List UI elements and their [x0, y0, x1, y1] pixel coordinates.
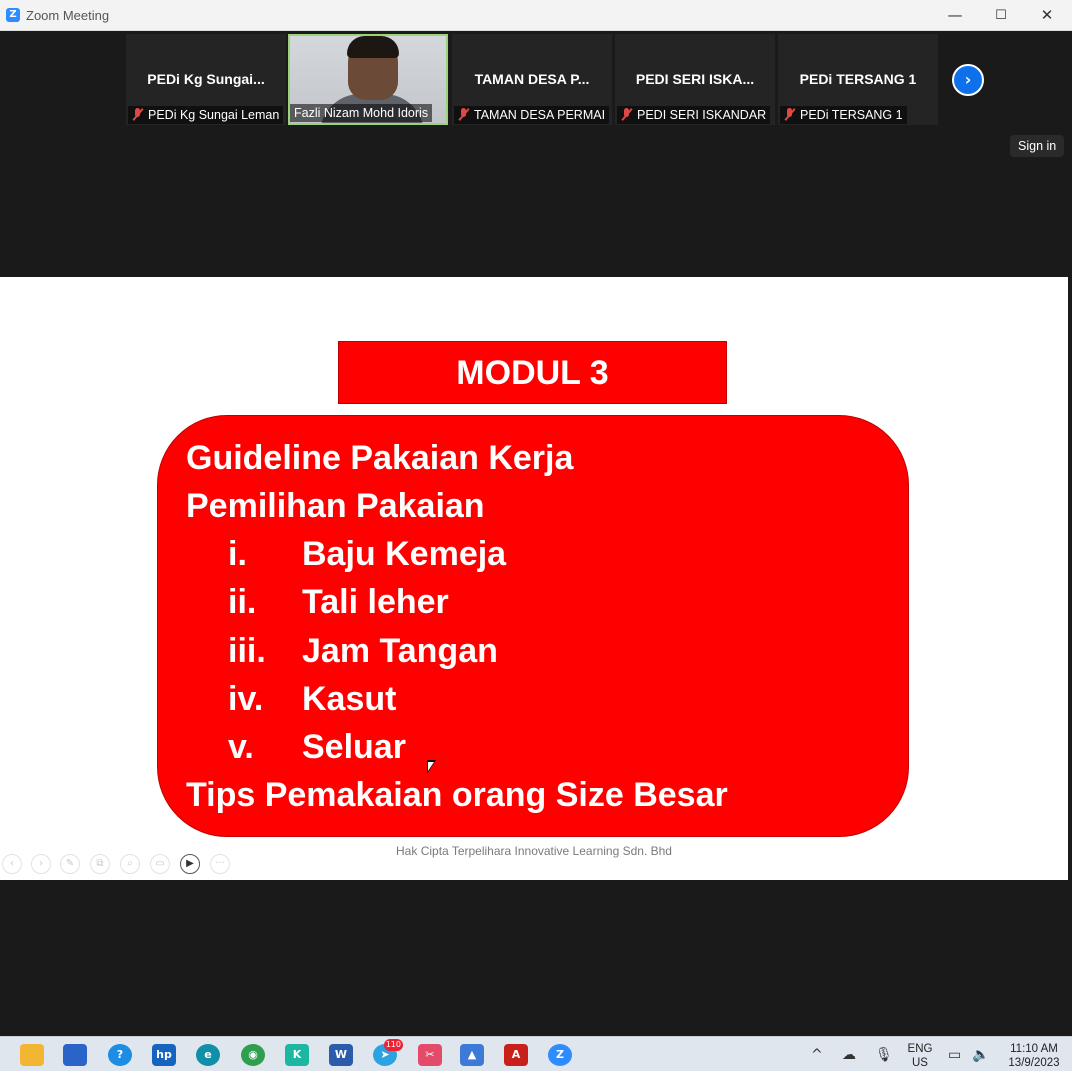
volume-icon[interactable]: 🔈 — [972, 1047, 989, 1063]
onedrive-error-icon[interactable]: ☁ — [842, 1047, 856, 1063]
list-item-text: Tali leher — [302, 583, 449, 621]
participant-tile[interactable]: PEDi Kg Sungai... PEDi Kg Sungai Leman — [126, 34, 286, 125]
pen-icon[interactable]: ✎ — [60, 854, 80, 874]
network-icon[interactable]: ▭ — [948, 1047, 961, 1063]
list-item-text: Kasut — [302, 680, 397, 718]
file-explorer-icon[interactable] — [20, 1044, 44, 1066]
photos-icon[interactable]: ▲ — [460, 1044, 484, 1066]
next-page-button[interactable]: › — [952, 64, 984, 96]
participant-name: Fazli Nizam Mohd Idoris — [294, 106, 429, 120]
participant-tile-video[interactable]: Fazli Nizam Mohd Idoris — [288, 34, 448, 125]
list-item-number: v. — [228, 728, 254, 766]
participant-name: PEDi TERSANG 1 — [800, 108, 903, 122]
zoom-app-icon — [6, 8, 20, 22]
myhp-icon[interactable]: hp — [152, 1044, 176, 1066]
word-icon[interactable]: W — [329, 1044, 353, 1066]
zoom-meeting-window: Zoom Meeting — ☐ ✕ PEDi Kg Sungai... PED… — [0, 0, 1072, 1071]
subtitles-icon[interactable]: ▭ — [150, 854, 170, 874]
list-item-number: i. — [228, 535, 247, 573]
participant-tile[interactable]: PEDI SERI ISKA... PEDI SERI ISKANDAR — [615, 34, 775, 125]
notification-badge: 110 — [383, 1039, 403, 1051]
acrobat-icon[interactable]: A — [504, 1044, 528, 1066]
list-item-number: iv. — [228, 680, 264, 718]
participant-name: PEDI SERI ISKANDAR — [637, 108, 767, 122]
zoom-slide-icon[interactable]: ⌕ — [120, 854, 140, 874]
see-all-slides-icon[interactable]: ⧉ — [90, 854, 110, 874]
telegram-icon[interactable]: ➤ 110 — [373, 1039, 403, 1066]
minimize-button[interactable]: — — [932, 0, 978, 31]
next-slide-icon[interactable]: › — [31, 854, 51, 874]
participant-name-label: TAMAN DESA PERMAI — [454, 106, 610, 124]
participant-tile[interactable]: TAMAN DESA P... TAMAN DESA PERMAI — [452, 34, 612, 125]
camera-person-hair — [347, 36, 399, 58]
title-bar: Zoom Meeting — ☐ ✕ — [0, 0, 1072, 31]
muted-mic-icon — [784, 108, 794, 121]
slide-heading: Guideline Pakaian Kerja — [186, 439, 574, 477]
close-button[interactable]: ✕ — [1024, 0, 1070, 31]
list-item-number: iii. — [228, 632, 266, 670]
participant-name-label: Fazli Nizam Mohd Idoris — [290, 104, 433, 122]
list-item-text: Baju Kemeja — [302, 535, 507, 573]
participant-tile[interactable]: PEDi TERSANG 1 PEDi TERSANG 1 — [778, 34, 938, 125]
language-code: ENG — [907, 1043, 933, 1055]
more-options-icon[interactable]: ··· — [210, 854, 230, 874]
participant-name: TAMAN DESA PERMAI — [474, 108, 606, 122]
chrome-icon[interactable]: ◉ — [241, 1044, 265, 1066]
camera-toggle-icon[interactable]: ▶ — [180, 854, 200, 874]
keyboard-layout: US — [912, 1057, 928, 1069]
muted-mic-icon — [132, 108, 142, 121]
list-item-number: ii. — [228, 583, 257, 621]
participant-name: PEDi Kg Sungai Leman — [148, 108, 280, 122]
participant-display-title: PEDi Kg Sungai... — [147, 71, 265, 87]
participant-display-title: PEDi TERSANG 1 — [799, 71, 917, 87]
content-box: Guideline Pakaian Kerja Pemilihan Pakaia… — [157, 415, 909, 837]
muted-mic-icon — [458, 108, 468, 121]
windows-taskbar: ? hp e ◉ K W ➤ 110 ✂ ▲ A Z ^ ☁ 🎙 ENG US ▭… — [0, 1036, 1072, 1071]
maximize-button[interactable]: ☐ — [978, 0, 1024, 31]
clock[interactable]: 11:10 AM 13/9/2023 — [998, 1042, 1070, 1070]
muted-mic-icon — [621, 108, 631, 121]
list-item-text: Seluar — [302, 728, 406, 766]
participant-display-title: PEDI SERI ISKA... — [635, 71, 755, 87]
show-hidden-icons-chevron-icon[interactable]: ^ — [811, 1047, 823, 1063]
kahoot-icon[interactable]: K — [285, 1044, 309, 1066]
participant-display-title: TAMAN DESA P... — [474, 71, 590, 87]
zoom-icon[interactable]: Z — [548, 1044, 572, 1066]
video-gallery-strip: PEDi Kg Sungai... PEDi Kg Sungai Leman F… — [0, 31, 1068, 277]
participant-name-label: PEDI SERI ISKANDAR — [617, 106, 771, 124]
participant-name-label: PEDi TERSANG 1 — [780, 106, 907, 124]
store-icon[interactable] — [63, 1044, 87, 1066]
list-item-text: Jam Tangan — [302, 632, 498, 670]
module-title: MODUL 3 — [338, 341, 727, 404]
clock-time: 11:10 AM — [1010, 1043, 1058, 1055]
edge-icon[interactable]: e — [196, 1044, 220, 1066]
sign-in-button[interactable]: Sign in — [1010, 135, 1065, 157]
clock-date: 13/9/2023 — [1008, 1057, 1060, 1069]
slide-heading: Pemilihan Pakaian — [186, 487, 485, 525]
window-title: Zoom Meeting — [26, 8, 110, 23]
previous-slide-icon[interactable]: ‹ — [2, 854, 22, 874]
microphone-icon[interactable]: 🎙 — [875, 1047, 893, 1063]
help-icon[interactable]: ? — [108, 1044, 132, 1066]
language-indicator[interactable]: ENG US — [902, 1042, 938, 1070]
participant-name-label: PEDi Kg Sungai Leman — [128, 106, 284, 124]
snipping-tool-icon[interactable]: ✂ — [418, 1044, 442, 1066]
shared-screen-slide: MODUL 3 Guideline Pakaian Kerja Pemiliha… — [0, 277, 1068, 880]
slide-heading: Tips Pemakaian orang Size Besar — [186, 776, 728, 814]
